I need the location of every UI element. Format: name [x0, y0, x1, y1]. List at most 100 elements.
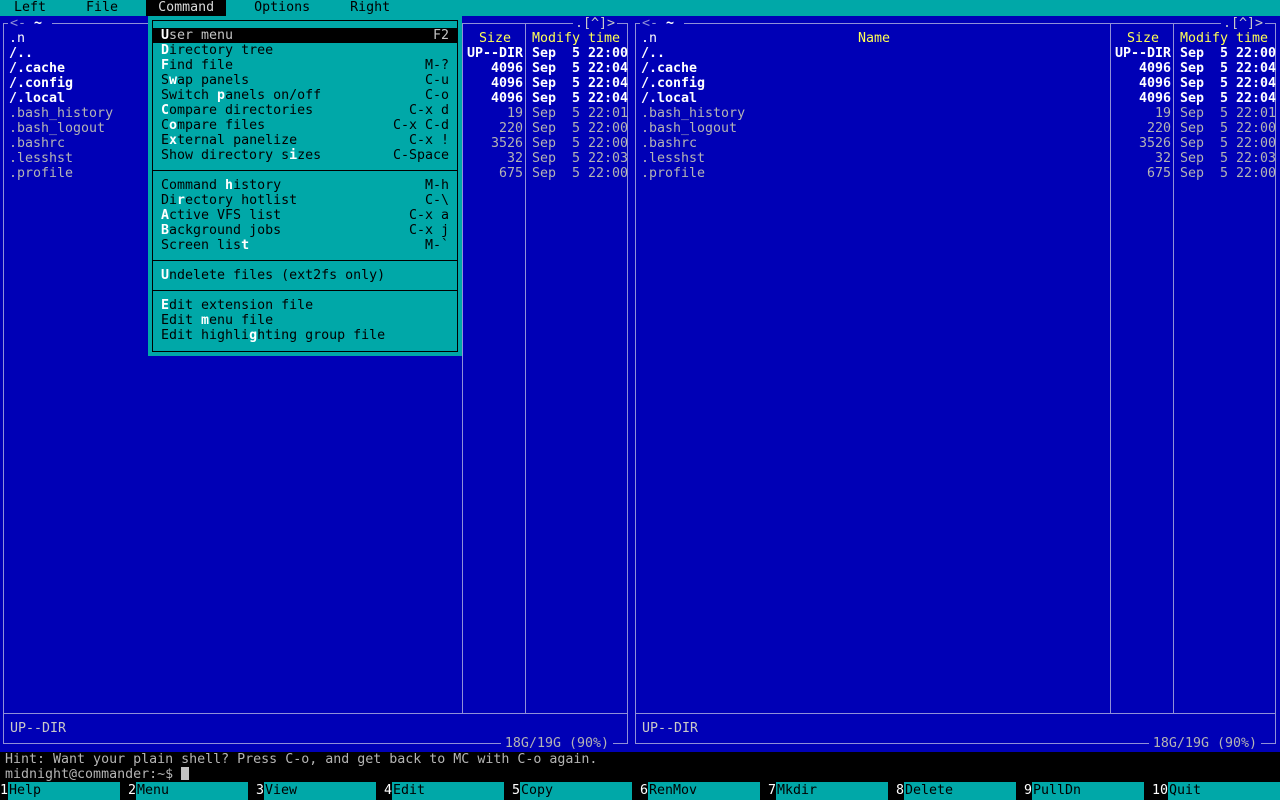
file-size: 4096: [1138, 76, 1171, 91]
menubar-item-left[interactable]: Left: [2, 0, 58, 16]
hint-line: Hint: Want your plain shell? Press C-o, …: [5, 752, 598, 767]
file-size: 19: [1154, 106, 1171, 121]
file-size: UP--DIR: [466, 46, 523, 61]
file-row[interactable]: .bash_history 19 Sep 5 22:01: [636, 106, 1277, 121]
right-panel-corner-buttons[interactable]: .[^]>: [1220, 16, 1265, 31]
file-name: /.local: [641, 91, 698, 106]
left-mini-status: UP--DIR: [10, 721, 67, 736]
menu-item-directory-hotlist[interactable]: Directory hotlist C-\: [153, 193, 457, 208]
menu-separator: [153, 283, 457, 298]
file-name: .bashrc: [641, 136, 698, 151]
file-row[interactable]: .profile 675 Sep 5 22:00: [636, 166, 1277, 181]
file-row[interactable]: /.config 4096 Sep 5 22:04: [636, 76, 1277, 91]
file-row[interactable]: /.local 4096 Sep 5 22:04: [636, 91, 1277, 106]
command-dropdown-menu: User menu F2 Directory tree Find file M-? …: [148, 16, 462, 356]
fkey-delete-button[interactable]: 8 Delete: [896, 782, 1024, 800]
file-name: /..: [641, 46, 666, 61]
file-size: 32: [1154, 151, 1171, 166]
shell-prompt: midnight@commander:~$: [5, 767, 174, 782]
menu-item-command-history[interactable]: Command history M-h: [153, 178, 457, 193]
file-size: 3526: [1138, 136, 1171, 151]
right-scroll-arrow: <-: [642, 16, 659, 31]
left-panel-path: ~: [26, 16, 51, 31]
file-mtime: Sep 5 22:01: [1180, 106, 1277, 121]
dropdown-inner: User menu F2 Directory tree Find file M-? …: [152, 20, 458, 352]
column-separator: [525, 24, 526, 713]
file-size: 675: [1146, 166, 1171, 181]
right-column-headers: .n Name Size Modify time: [636, 31, 1275, 46]
file-size: 32: [506, 151, 523, 166]
menu-item-undelete-files[interactable]: Undelete files (ext2fs only): [153, 268, 457, 283]
file-mtime: Sep 5 22:00: [532, 166, 629, 181]
file-mtime: Sep 5 22:04: [532, 61, 629, 76]
file-mtime: Sep 5 22:03: [532, 151, 629, 166]
menu-item-directory-tree[interactable]: Directory tree: [153, 43, 457, 58]
file-row[interactable]: /.. UP--DIR Sep 5 22:00: [636, 46, 1276, 61]
menu-item-show-directory-sizes[interactable]: Show directory sizes C-Space: [153, 148, 457, 163]
menu-item-compare-directories[interactable]: Compare directories C-x d: [153, 103, 457, 118]
menubar-item-file[interactable]: File: [74, 0, 130, 16]
right-header-name[interactable]: .n Name: [636, 31, 1112, 46]
file-size: 4096: [1138, 91, 1171, 106]
fkey-pulldn-button[interactable]: 9 PullDn: [1024, 782, 1152, 800]
right-panel-title: <- ~: [640, 16, 685, 31]
menu-item-edit-menu-file[interactable]: Edit menu file: [153, 313, 457, 328]
fkey-edit-button[interactable]: 4 Edit: [384, 782, 512, 800]
file-row[interactable]: /.cache 4096 Sep 5 22:04: [636, 61, 1277, 76]
menu-item-external-panelize[interactable]: External panelize C-x !: [153, 133, 457, 148]
file-mtime: Sep 5 22:04: [1180, 76, 1277, 91]
left-panel-title: <- ~: [8, 16, 53, 31]
fkey-copy-button[interactable]: 5 Copy: [512, 782, 640, 800]
right-header-mtime[interactable]: Modify time: [1174, 31, 1275, 46]
sort-marker: .n: [641, 31, 658, 46]
fkey-renmov-button[interactable]: 6 RenMov: [640, 782, 768, 800]
menu-item-edit-extension-file[interactable]: Edit extension file: [153, 298, 457, 313]
fkey-quit-button[interactable]: 10 Quit: [1152, 782, 1280, 800]
menu-item-background-jobs[interactable]: Background jobs C-x j: [153, 223, 457, 238]
file-row[interactable]: .bash_logout 220 Sep 5 22:00: [636, 121, 1277, 136]
file-mtime: Sep 5 22:04: [1180, 61, 1277, 76]
menu-item-active-vfs-list[interactable]: Active VFS list C-x a: [153, 208, 457, 223]
menubar-item-right[interactable]: Right: [338, 0, 402, 16]
left-panel-corner-buttons[interactable]: .[^]>: [572, 16, 617, 31]
menu-item-edit-highlighting-group-file[interactable]: Edit highlighting group file: [153, 328, 457, 343]
file-name: .lesshst: [641, 151, 706, 166]
fkey-help-button[interactable]: 1 Help: [0, 782, 128, 800]
file-mtime: Sep 5 22:00: [1180, 166, 1277, 181]
file-name: .bash_logout: [641, 121, 738, 136]
sort-marker: .n: [9, 31, 26, 46]
menu-item-screen-list[interactable]: Screen list M-`: [153, 238, 457, 253]
function-key-bar: 1 Help 2 Menu 3 View 4 Edit 5 Copy 6 RenMov 7M…: [0, 782, 1280, 800]
command-line[interactable]: midnight@commander:~$: [0, 767, 1280, 782]
menubar-item-options[interactable]: Options: [242, 0, 322, 16]
ministatus-separator: [636, 713, 1275, 714]
file-row[interactable]: .lesshst 32 Sep 5 22:03: [636, 151, 1276, 166]
file-row[interactable]: .bashrc 3526 Sep 5 22:00: [636, 136, 1277, 151]
right-header-size[interactable]: Size: [1112, 31, 1174, 46]
menubar-item-command[interactable]: Command: [146, 0, 227, 16]
menu-item-user-menu[interactable]: User menu F2: [153, 28, 457, 43]
fkey-menu-button[interactable]: 2 Menu: [128, 782, 256, 800]
menu-item-compare-files[interactable]: Compare files C-x C-d: [153, 118, 457, 133]
file-name: /.config: [641, 76, 706, 91]
menu-item-find-file[interactable]: Find file M-?: [153, 58, 457, 73]
menu-item-switch-panels[interactable]: Switch panels on/off C-o: [153, 88, 457, 103]
file-size: 220: [498, 121, 523, 136]
file-size: 4096: [490, 91, 523, 106]
text-cursor: [181, 767, 190, 780]
file-mtime: Sep 5 22:00: [532, 46, 629, 61]
menu-item-swap-panels[interactable]: Swap panels C-u: [153, 73, 457, 88]
fkey-view-button[interactable]: 3 View: [256, 782, 384, 800]
left-header-size[interactable]: Size: [464, 31, 526, 46]
file-mtime: Sep 5 22:00: [532, 121, 629, 136]
fkey-mkdir-button[interactable]: 7 Mkdir: [768, 782, 896, 800]
column-separator: [1173, 24, 1174, 713]
file-mtime: Sep 5 22:00: [1180, 121, 1277, 136]
left-header-mtime[interactable]: Modify time: [526, 31, 627, 46]
file-mtime: Sep 5 22:04: [1180, 91, 1277, 106]
file-size: 4096: [490, 76, 523, 91]
file-name: /.cache: [641, 61, 698, 76]
file-mtime: Sep 5 22:00: [1180, 136, 1277, 151]
menu-separator: [153, 253, 457, 268]
column-separator: [1110, 24, 1111, 713]
